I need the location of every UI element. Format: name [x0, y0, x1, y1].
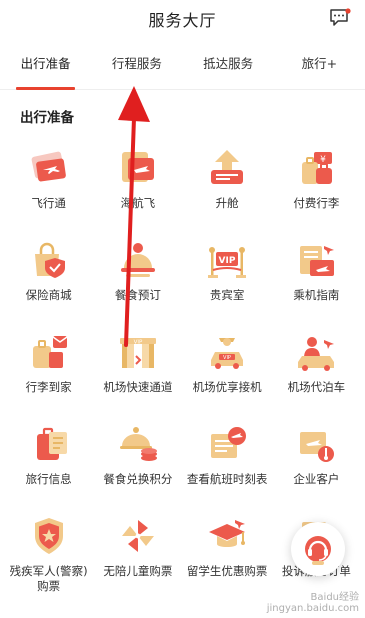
service-item-boarding-guide[interactable]: 乘机指南: [272, 228, 361, 320]
page-title: 服务大厅: [148, 11, 217, 30]
service-label: 贵宾室: [209, 288, 245, 302]
tab-bar: 出行准备 行程服务 抵达服务 旅行+: [0, 38, 365, 90]
guide-book-icon: [300, 246, 335, 276]
service-label: 升舱: [215, 196, 239, 210]
service-label: 机场代泊车: [287, 380, 346, 394]
tab-trip-service[interactable]: 行程服务: [91, 38, 182, 90]
headset-support-icon: [305, 536, 331, 565]
service-item-meal-booking[interactable]: 餐食预订: [93, 228, 182, 320]
service-label: 旅行信息: [25, 472, 72, 486]
graduation-cap-icon: [209, 520, 246, 547]
svg-text:VIP: VIP: [223, 355, 231, 361]
service-label: 飞行通: [31, 196, 66, 210]
service-item-valet-parking[interactable]: 机场代泊车: [272, 320, 361, 412]
vip-gate-icon: VIP: [119, 338, 156, 368]
service-item-paid-baggage[interactable]: ¥ 付费行李: [272, 136, 361, 228]
service-label: 餐食兑换积分: [103, 472, 173, 486]
baggage-home-icon: [32, 336, 68, 368]
flight-ticket-icon: [31, 151, 66, 182]
service-item-baggage-home[interactable]: 行李到家: [4, 320, 93, 412]
corporate-icon: [300, 432, 335, 462]
service-label: 查看航班时刻表: [186, 472, 268, 486]
service-item-unaccompanied-child[interactable]: 无陪儿童购票: [93, 504, 182, 596]
watermark-line: Baidu经验: [310, 592, 359, 603]
service-item-student-discount[interactable]: 留学生优惠购票: [183, 504, 272, 596]
service-label: 乘机指南: [293, 288, 340, 302]
service-label: 机场快速通道: [103, 380, 173, 394]
meal-icon: [120, 243, 155, 277]
tab-travel-prep[interactable]: 出行准备: [0, 38, 91, 90]
service-hall-screen: 服务大厅 出行准备 行程服务 抵达服务 旅行+ 出行准备 飞行通 海航飞 升舱 …: [0, 0, 365, 618]
top-bar: 服务大厅: [0, 0, 365, 38]
tab-travel-plus[interactable]: 旅行+: [274, 38, 365, 90]
service-item-insurance[interactable]: 保险商城: [4, 228, 93, 320]
airline-card-icon: [121, 152, 154, 182]
service-label: 无陪儿童购票: [103, 564, 173, 578]
service-label: 行李到家: [25, 380, 72, 394]
svg-text:VIP: VIP: [134, 340, 143, 346]
service-label: 机场优享接机: [192, 380, 262, 394]
service-label: 企业客户: [293, 472, 340, 486]
upgrade-icon: [211, 150, 244, 184]
pinwheel-icon: [121, 520, 154, 552]
service-item-fast-track[interactable]: VIP 机场快速通道: [93, 320, 182, 412]
vip-lounge-icon: VIP: [208, 247, 247, 278]
service-item-travel-info[interactable]: 旅行信息: [4, 412, 93, 504]
insurance-bag-icon: [34, 242, 65, 278]
service-item-airport-pickup[interactable]: VIP 机场优享接机: [183, 320, 272, 412]
meal-points-icon: [119, 427, 157, 461]
service-item-haihangfei[interactable]: 海航飞: [93, 136, 182, 228]
svg-text:VIP: VIP: [219, 256, 236, 266]
service-label: 餐食预订: [114, 288, 161, 302]
valet-parking-icon: [298, 337, 335, 371]
service-label: 保险商城: [25, 288, 72, 302]
service-item-feixingtong[interactable]: 飞行通: [4, 136, 93, 228]
watermark-line: jingyan.baidu.com: [266, 603, 359, 614]
chat-bubble-icon[interactable]: [329, 8, 351, 28]
service-label: 留学生优惠购票: [186, 564, 268, 578]
service-item-corporate[interactable]: 企业客户: [272, 412, 361, 504]
watermark: Baidu经验 jingyan.baidu.com: [267, 592, 359, 614]
service-label: 海航飞: [120, 196, 156, 210]
timetable-icon: [211, 427, 247, 458]
customer-service-button[interactable]: [291, 522, 345, 576]
service-item-vip-lounge[interactable]: VIP 贵宾室: [183, 228, 272, 320]
service-item-timetable[interactable]: 查看航班时刻表: [183, 412, 272, 504]
service-item-military-ticket[interactable]: 残疾军人(警察)购票: [4, 504, 93, 596]
tab-arrival-service[interactable]: 抵达服务: [183, 38, 274, 90]
service-label: 付费行李: [293, 196, 340, 210]
paid-baggage-icon: ¥: [302, 152, 333, 184]
car-pickup-icon: VIP: [211, 338, 244, 369]
section-title: 出行准备: [20, 110, 74, 126]
service-item-upgrade[interactable]: 升舱: [183, 136, 272, 228]
luggage-info-icon: [36, 427, 67, 460]
military-badge-icon: [34, 518, 63, 554]
service-label: 残疾军人(警察)购票: [9, 564, 88, 593]
service-item-meal-points[interactable]: 餐食兑换积分: [93, 412, 182, 504]
